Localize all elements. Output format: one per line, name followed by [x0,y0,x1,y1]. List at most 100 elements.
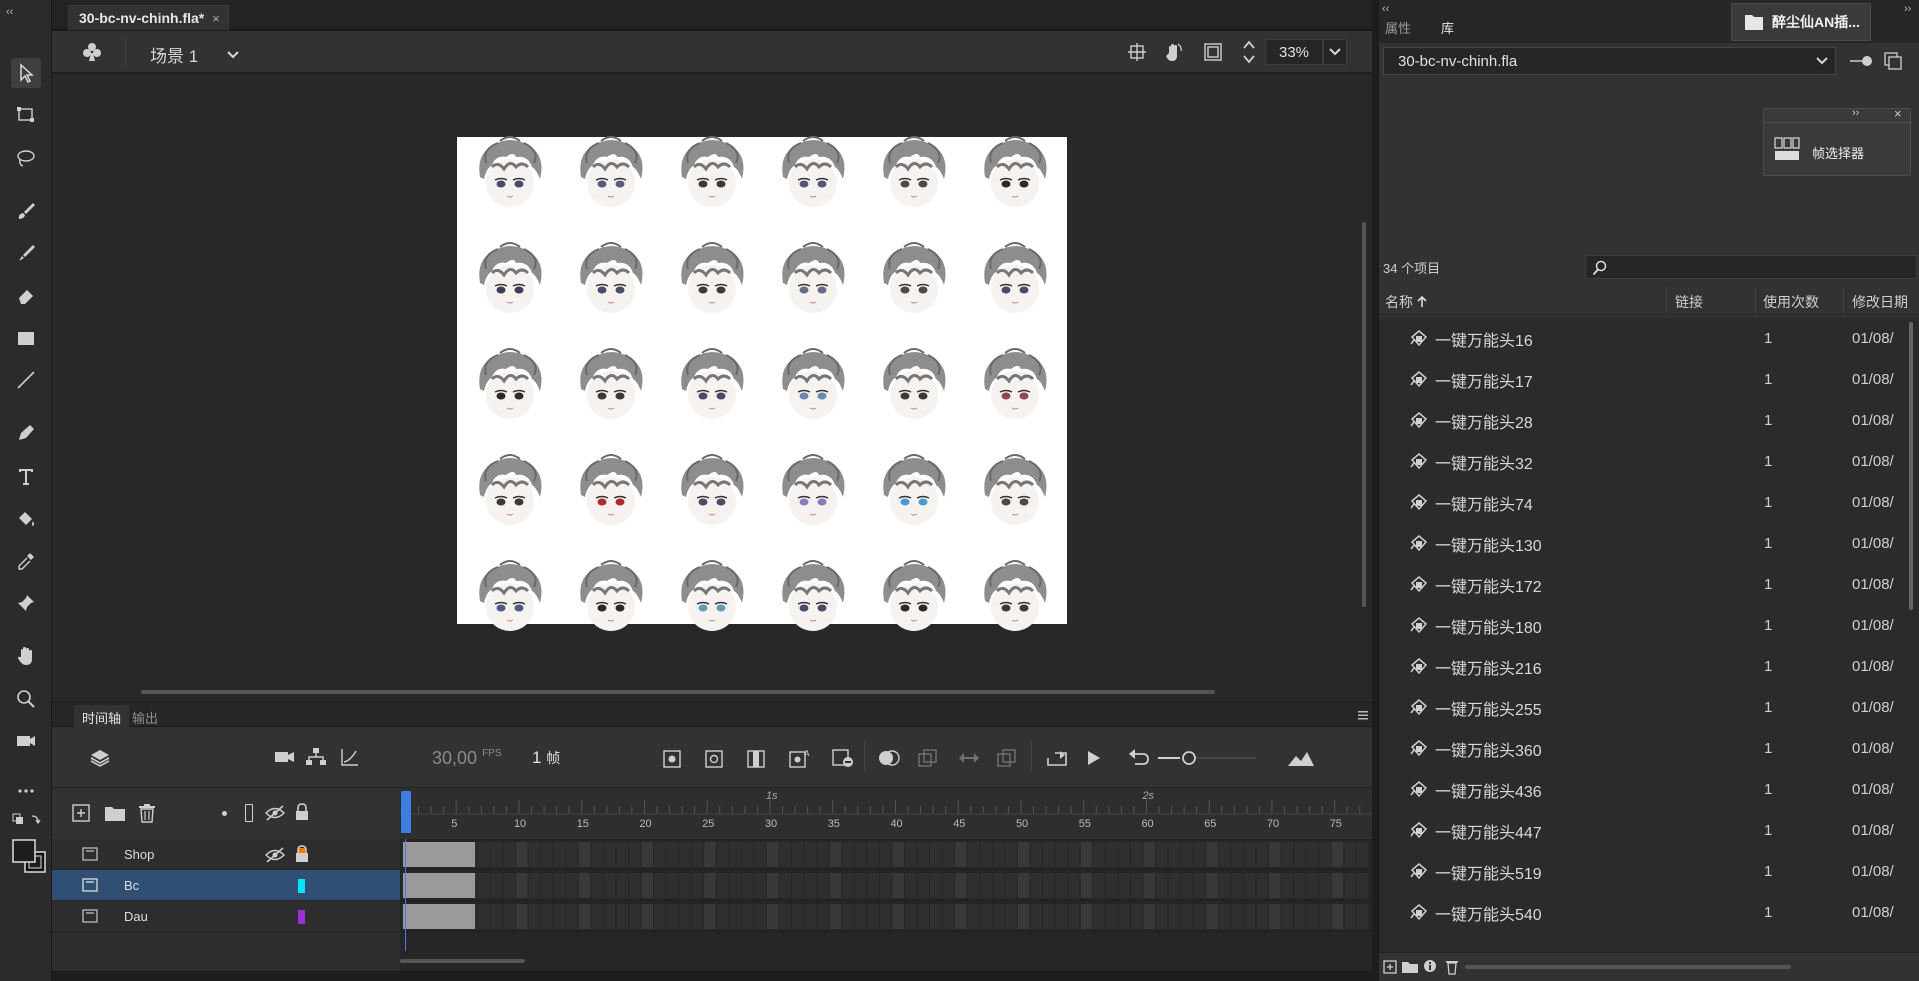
library-item[interactable]: 一键万能头255 1 01/08/ [1379,687,1909,728]
pen-tool[interactable] [11,418,41,448]
club-icon[interactable] [81,41,103,63]
character-head-sprite[interactable] [470,345,550,425]
lock-icon[interactable] [295,845,309,863]
character-head-sprite[interactable] [773,239,853,319]
timeline-ruler[interactable]: 1s 2s 5 10 15 20 25 30 35 40 45 50 55 60 65 70 75 [400,787,1372,839]
library-horizontal-scrollbar[interactable] [1465,965,1791,969]
brush-tool[interactable] [11,238,41,268]
shape-tween-icon[interactable] [997,749,1017,767]
timeline-zoom-slider[interactable] [1156,750,1276,766]
plugin-button[interactable]: 醉尘仙AN插... [1731,3,1871,41]
library-item[interactable]: 一键万能头32 1 01/08/ [1379,441,1909,482]
onion-skin-icon[interactable] [877,748,901,768]
close-icon[interactable]: × [212,11,220,26]
zoom-stepper[interactable] [1242,37,1256,67]
collapse-toolbar-icon[interactable]: ‹‹ [6,6,13,18]
delete-icon[interactable] [1445,959,1459,975]
document-tab[interactable]: 30-bc-nv-chinh.fla* × [68,5,229,30]
close-icon[interactable]: × [1894,106,1902,121]
graph-icon[interactable] [340,747,360,767]
layer-name[interactable]: Shop [124,847,154,862]
rectangle-tool[interactable] [11,323,41,353]
library-item[interactable]: 一键万能头16 1 01/08/ [1379,318,1909,359]
new-layer-icon[interactable] [72,804,90,822]
loop-playback-icon[interactable] [1045,749,1069,767]
highlight-dot-icon[interactable] [222,811,227,816]
paint-bucket-tool[interactable] [11,504,41,534]
library-item[interactable]: 一键万能头447 1 01/08/ [1379,810,1909,851]
stroke-fill-swatches[interactable] [11,838,47,874]
library-item[interactable]: 一键万能头436 1 01/08/ [1379,769,1909,810]
column-name[interactable]: 名称 [1385,292,1428,312]
clip-content-icon[interactable] [1203,42,1223,62]
zoom-dropdown[interactable] [1323,39,1347,65]
new-folder-icon[interactable] [1401,960,1419,974]
character-head-sprite[interactable] [470,239,550,319]
hand-tool[interactable] [11,641,41,671]
lasso-tool[interactable] [11,143,41,173]
more-tools-button[interactable] [11,776,41,806]
pin-tool[interactable] [11,588,41,618]
line-tool[interactable] [11,365,41,395]
character-head-sprite[interactable] [672,345,752,425]
character-head-sprite[interactable] [571,451,651,531]
character-head-sprite[interactable] [470,557,550,637]
column-uses[interactable]: 使用次数 [1763,292,1819,312]
frame-span[interactable] [403,904,475,929]
character-head-sprite[interactable] [975,239,1055,319]
layer-color-swatch[interactable] [298,910,305,924]
layer-row-dau[interactable]: Dau [52,901,400,932]
tab-library[interactable]: 库 [1435,18,1460,43]
tab-properties[interactable]: 属性 [1385,18,1411,37]
character-head-sprite[interactable] [874,239,954,319]
layer-parenting-icon[interactable] [305,747,327,767]
library-item[interactable]: 一键万能头519 1 01/08/ [1379,851,1909,892]
character-head-sprite[interactable] [571,133,651,213]
insert-text-keyframe-icon[interactable]: A [789,748,811,768]
character-head-sprite[interactable] [672,451,752,531]
new-library-panel-icon[interactable] [1884,52,1902,70]
undo-icon[interactable] [1127,748,1151,768]
library-item[interactable]: 一键万能头216 1 01/08/ [1379,646,1909,687]
layer-color-swatch[interactable] [298,879,305,893]
tab-output[interactable]: 输出 [132,708,158,727]
layer-name[interactable]: Bc [124,878,139,893]
collapse-panel-icon[interactable]: ‹‹ [1382,3,1389,15]
frame-row[interactable] [400,870,1372,901]
library-item[interactable]: 一键万能头17 1 01/08/ [1379,359,1909,400]
character-head-sprite[interactable] [470,133,550,213]
layer-name[interactable]: Dau [124,909,148,924]
vertical-scrollbar[interactable] [1362,222,1366,607]
selection-tool[interactable] [11,58,41,88]
library-scrollbar[interactable] [1909,322,1913,610]
timeline-zoom-max-icon[interactable] [1287,748,1315,768]
playhead[interactable] [401,791,411,833]
library-item[interactable]: 一键万能头28 1 01/08/ [1379,400,1909,441]
zoom-tool[interactable] [11,684,41,714]
outline-icon[interactable] [245,804,253,822]
text-tool[interactable] [11,461,41,491]
panel-menu-icon[interactable] [1358,710,1368,720]
hidden-eye-icon[interactable] [264,847,286,863]
delete-layer-icon[interactable] [138,803,156,823]
tab-timeline[interactable]: 时间轴 [74,705,130,727]
library-item[interactable]: 一键万能头360 1 01/08/ [1379,728,1909,769]
character-head-sprite[interactable] [773,345,853,425]
eraser-tool[interactable] [11,280,41,310]
character-head-sprite[interactable] [672,557,752,637]
camera-icon[interactable] [274,749,296,765]
character-head-sprite[interactable] [874,133,954,213]
column-date[interactable]: 修改日期 [1852,292,1908,312]
camera-tool[interactable] [11,726,41,756]
character-head-sprite[interactable] [672,133,752,213]
layers-icon[interactable] [89,747,111,769]
library-search-input[interactable] [1585,255,1917,279]
character-head-sprite[interactable] [571,345,651,425]
character-head-sprite[interactable] [975,557,1055,637]
character-head-sprite[interactable] [672,239,752,319]
horizontal-scrollbar[interactable] [141,690,1215,694]
rotate-stage-icon[interactable] [1162,41,1184,63]
paint-brush-tool[interactable] [11,196,41,226]
free-transform-tool[interactable] [11,100,41,130]
character-head-sprite[interactable] [975,133,1055,213]
